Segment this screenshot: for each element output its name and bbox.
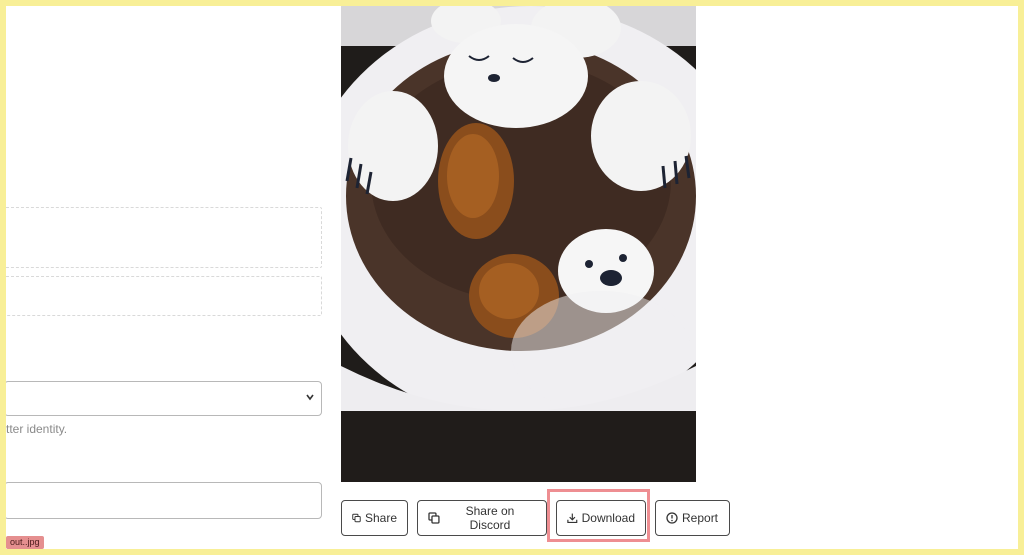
share-on-discord-button[interactable]: Share on Discord xyxy=(417,500,547,536)
share-button[interactable]: Share xyxy=(341,500,408,536)
helper-text: tter identity. xyxy=(6,422,68,436)
chevron-down-icon xyxy=(306,394,314,401)
download-highlight-wrap: Download xyxy=(547,489,650,542)
share-label: Share xyxy=(364,511,397,525)
discord-label: Share on Discord xyxy=(465,504,515,532)
identity-select[interactable] xyxy=(6,381,322,416)
page-frame: tter identity. out..jpg Share Share on D… xyxy=(6,6,1018,549)
info-circle-icon xyxy=(666,512,678,524)
report-label: Report xyxy=(682,511,719,525)
dropzone-primary[interactable] xyxy=(6,207,322,268)
copy-icon xyxy=(428,512,440,524)
report-button[interactable]: Report xyxy=(655,500,730,536)
download-label: Download xyxy=(581,511,635,525)
download-button[interactable]: Download xyxy=(556,500,646,536)
file-chip: out..jpg xyxy=(6,536,44,549)
generated-image[interactable] xyxy=(341,6,696,482)
text-input[interactable] xyxy=(6,482,322,519)
copy-icon xyxy=(352,513,361,523)
download-icon xyxy=(567,513,578,524)
image-actions-toolbar: Share Share on Discord Download Report xyxy=(341,489,730,542)
dropzone-secondary[interactable] xyxy=(6,276,322,316)
curry-bear-image xyxy=(341,6,696,482)
